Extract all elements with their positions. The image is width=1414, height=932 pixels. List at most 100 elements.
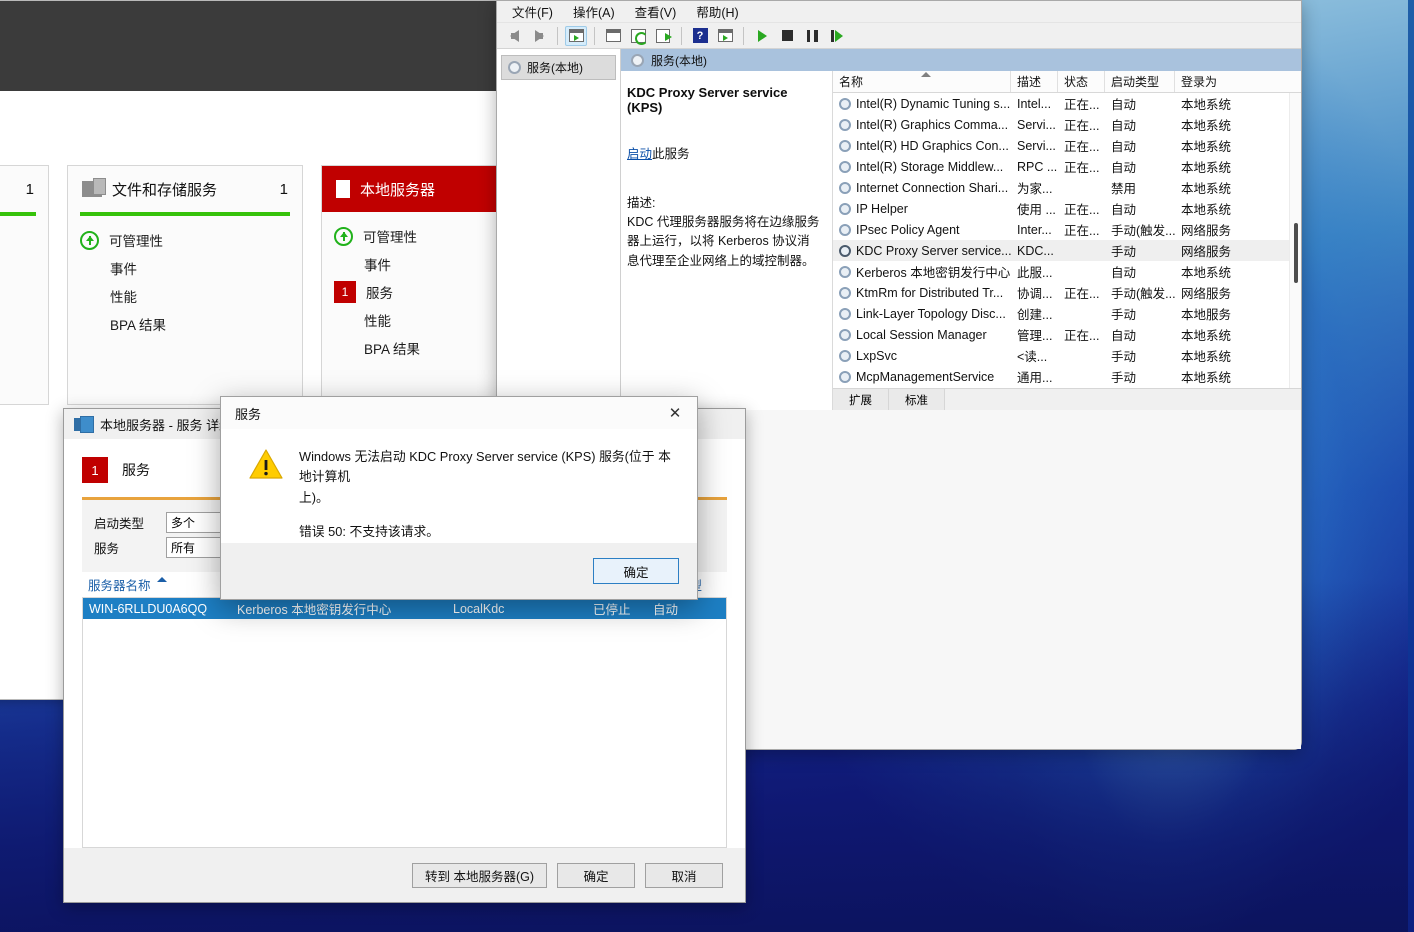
role-row[interactable]: 性能 bbox=[80, 282, 290, 310]
service-name-text: Intel(R) HD Graphics Con... bbox=[856, 138, 1009, 153]
show-hide-action-pane-icon[interactable] bbox=[714, 26, 736, 46]
forward-arrow-icon[interactable] bbox=[528, 26, 550, 46]
tab-extended[interactable]: 扩展 bbox=[833, 389, 889, 410]
cell-status: 正在... bbox=[1064, 224, 1100, 238]
service-list-row[interactable]: LxpSvc <读... 手动 本地系统 bbox=[833, 345, 1301, 366]
cell-logon-as: 本地系统 bbox=[1181, 98, 1232, 112]
service-name-text: Kerberos 本地密钥发行中心 bbox=[856, 266, 1011, 280]
cell-service-name: Kerberos 本地密钥发行中心 bbox=[833, 262, 1011, 281]
pause-service-icon[interactable] bbox=[801, 26, 823, 46]
cell-logon-as: 本地系统 bbox=[1181, 119, 1232, 133]
cell-description: 使用 ... bbox=[1017, 203, 1056, 217]
service-list-row[interactable]: Internet Connection Shari... 为家... 禁用 本地系统 bbox=[833, 177, 1301, 198]
column-header-logon-as[interactable]: 登录为 bbox=[1175, 71, 1301, 92]
service-gear-icon bbox=[839, 328, 851, 341]
role-tile-header: 文件和存储服务 1 bbox=[68, 166, 302, 212]
scrollbar-thumb[interactable] bbox=[1294, 223, 1298, 283]
error-message-line2: 上)。 bbox=[299, 489, 329, 505]
service-list-row[interactable]: Local Session Manager 管理... 正在... 自动 本地系统 bbox=[833, 324, 1301, 345]
table-body: WIN-6RLLDU0A6QQ Kerberos 本地密钥发行中心 LocalKdc… bbox=[82, 598, 727, 848]
role-row-label: 可管理性 bbox=[109, 234, 163, 249]
service-list-row[interactable]: IP Helper 使用 ... 正在... 自动 本地系统 bbox=[833, 198, 1301, 219]
table-row[interactable]: WIN-6RLLDU0A6QQ Kerberos 本地密钥发行中心 LocalKdc… bbox=[83, 598, 726, 619]
properties-icon[interactable] bbox=[602, 26, 624, 46]
back-arrow-icon[interactable] bbox=[503, 26, 525, 46]
column-header-server-name[interactable]: 服务器名称 bbox=[82, 575, 230, 594]
cell-description: KDC... bbox=[1017, 243, 1054, 258]
service-list-row[interactable]: Microsoft Account Sign-i...支持...正在...手动(… bbox=[833, 387, 1301, 388]
service-name-text: Link-Layer Topology Disc... bbox=[856, 306, 1006, 321]
filter-label: 启动类型 bbox=[94, 517, 145, 531]
cell-service-name: IPsec Policy Agent bbox=[833, 223, 1011, 237]
services-rows-container: Intel(R) Dynamic Tuning s... Intel... 正在..… bbox=[833, 93, 1301, 388]
stop-service-icon[interactable] bbox=[776, 26, 798, 46]
cell-description: 此服... bbox=[1017, 266, 1053, 280]
services-list-scrollbar[interactable] bbox=[1289, 93, 1301, 388]
cell-service-name: Intel(R) Storage Middlew... bbox=[833, 160, 1011, 174]
restart-service-icon[interactable] bbox=[826, 26, 848, 46]
column-header-status[interactable]: 状态 bbox=[1058, 71, 1105, 92]
role-row[interactable]: 服务 bbox=[0, 282, 36, 310]
service-list-row[interactable]: McpManagementService 通用... 手动 本地系统 bbox=[833, 366, 1301, 387]
role-row[interactable]: 事件 bbox=[80, 254, 290, 282]
service-list-row[interactable]: Intel(R) Storage Middlew... RPC ... 正在... 自… bbox=[833, 156, 1301, 177]
role-row[interactable]: BPA 结果 bbox=[80, 310, 290, 338]
close-icon[interactable]: ✕ bbox=[653, 397, 697, 429]
filter-label: 服务 bbox=[94, 542, 120, 556]
menu-file[interactable]: 文件(F) bbox=[503, 0, 562, 24]
cell-description: RPC ... bbox=[1017, 159, 1058, 174]
service-name-text: IPsec Policy Agent bbox=[856, 222, 960, 237]
menu-view[interactable]: 查看(V) bbox=[626, 0, 686, 24]
service-alert-badge: 1 bbox=[334, 281, 356, 303]
service-list-row[interactable]: Intel(R) Dynamic Tuning s... Intel... 正在..… bbox=[833, 93, 1301, 114]
cell-status: 正在... bbox=[1064, 203, 1100, 217]
role-row[interactable]: BPA 结果 bbox=[0, 338, 36, 366]
cell-startup-type: 自动 bbox=[1111, 329, 1137, 343]
menu-help[interactable]: 帮助(H) bbox=[687, 0, 747, 24]
cell-logon-as: 本地系统 bbox=[1181, 182, 1232, 196]
toolbar-separator bbox=[594, 26, 595, 45]
service-list-row[interactable]: Intel(R) HD Graphics Con... Servi... 正在...… bbox=[833, 135, 1301, 156]
tab-standard[interactable]: 标准 bbox=[889, 389, 945, 410]
cancel-button[interactable]: 取消 bbox=[645, 862, 723, 888]
ok-button[interactable]: 确定 bbox=[557, 862, 635, 888]
service-list-row[interactable]: IPsec Policy Agent Inter... 正在... 手动(触发... 网… bbox=[833, 219, 1301, 240]
menu-action[interactable]: 操作(A) bbox=[564, 0, 624, 24]
help-icon[interactable]: ? bbox=[689, 26, 711, 46]
export-list-icon[interactable] bbox=[652, 26, 674, 46]
service-gear-icon bbox=[839, 160, 851, 173]
error-dialog[interactable]: 服务 ✕ Windows 无法启动 KDC Proxy Server servi… bbox=[220, 396, 698, 600]
role-row[interactable]: 可管理性 bbox=[0, 226, 36, 254]
start-service-icon[interactable] bbox=[751, 26, 773, 46]
cell-startup-type: 手动 bbox=[1111, 245, 1137, 259]
column-header-startup-type[interactable]: 启动类型 bbox=[1105, 71, 1175, 92]
cell-status: 正在... bbox=[1064, 161, 1100, 175]
start-service-link[interactable]: 启动 bbox=[627, 147, 652, 161]
role-row[interactable]: 事件 bbox=[0, 254, 36, 282]
service-list-row[interactable]: Link-Layer Topology Disc... 创建... 手动 本地服务 bbox=[833, 303, 1301, 324]
cell-service-name: Internet Connection Shari... bbox=[833, 181, 1011, 195]
service-list-row[interactable]: KtmRm for Distributed Tr... 协调... 正在... 手动(… bbox=[833, 282, 1301, 303]
role-tile-file-storage[interactable]: 文件和存储服务 1 可管理性 事件 性能 BPA 结果 bbox=[67, 165, 303, 405]
role-row[interactable]: 性能 bbox=[0, 310, 36, 338]
go-to-local-server-button[interactable]: 转到 本地服务器(G) bbox=[411, 862, 547, 888]
ok-button[interactable]: 确定 bbox=[593, 558, 679, 584]
column-header-description[interactable]: 描述 bbox=[1011, 71, 1058, 92]
service-gear-icon bbox=[839, 370, 851, 383]
show-hide-tree-icon[interactable] bbox=[565, 25, 587, 46]
service-list-row[interactable]: Intel(R) Graphics Comma... Servi... 正在... 自… bbox=[833, 114, 1301, 135]
service-list-row[interactable]: Kerberos 本地密钥发行中心 此服... 自动 本地系统 bbox=[833, 261, 1301, 282]
sort-ascending-icon bbox=[921, 72, 931, 77]
service-list-row[interactable]: KDC Proxy Server service... KDC... 手动 网络服务 bbox=[833, 240, 1301, 261]
column-header-name[interactable]: 名称 bbox=[833, 71, 1011, 92]
refresh-icon[interactable] bbox=[627, 26, 649, 46]
cell-status: 正在... bbox=[1064, 98, 1100, 112]
role-tile-title: 本地服务器 bbox=[360, 181, 436, 199]
role-row[interactable]: 可管理性 bbox=[80, 226, 290, 254]
role-row-label: 性能 bbox=[364, 314, 391, 329]
cell-logon-as: 网络服务 bbox=[1181, 245, 1232, 259]
cell-description: 协调... bbox=[1017, 287, 1053, 301]
role-tile-hyperv[interactable]: Hyper-V 1 可管理性 事件 服务 bbox=[0, 165, 49, 405]
tree-node-services-local[interactable]: 服务(本地) bbox=[501, 55, 616, 80]
spacer-icon bbox=[80, 258, 100, 278]
